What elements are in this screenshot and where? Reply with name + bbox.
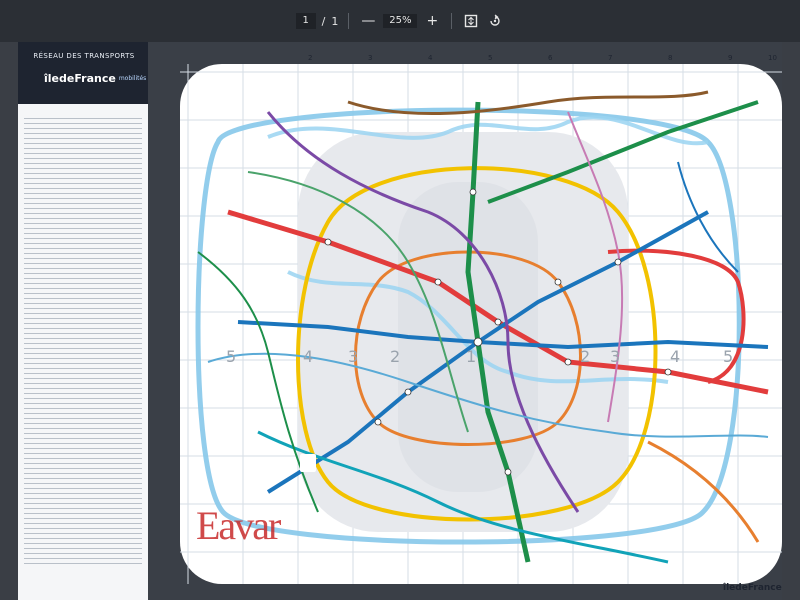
page-separator: / xyxy=(321,14,326,28)
zoom-controls: — 25% + xyxy=(359,12,441,30)
logo-subtitle: mobilités xyxy=(118,74,147,82)
transit-map-area[interactable]: 2 3 4 5 6 7 8 9 10 5 4 3 2 1 2 3 4 5 île… xyxy=(148,42,782,600)
view-controls xyxy=(462,12,504,30)
page-number-input[interactable]: 1 xyxy=(295,13,316,29)
legend-header: RÉSEAU DES TRANSPORTS îledeFrance mobili… xyxy=(18,42,158,104)
legend-list xyxy=(18,104,148,600)
zone-number: 2 xyxy=(580,347,590,366)
page-navigation: 1 / 1 xyxy=(295,13,339,29)
rotate-button[interactable] xyxy=(486,12,504,30)
legend-panel: RÉSEAU DES TRANSPORTS îledeFrance mobili… xyxy=(18,42,158,600)
fit-page-icon xyxy=(465,14,478,28)
grid-col-7: 7 xyxy=(608,54,612,62)
zoom-in-button[interactable]: + xyxy=(423,12,441,30)
zone-number: 2 xyxy=(390,347,400,366)
zone-number: 5 xyxy=(723,347,733,366)
toolbar-divider xyxy=(348,13,350,29)
viewer-toolbar: 1 / 1 — 25% + xyxy=(0,0,800,42)
grid-col-3: 3 xyxy=(368,54,372,62)
zone-number: 3 xyxy=(348,347,358,366)
zone-number: 4 xyxy=(670,347,680,366)
map-brand-logo: îledeFrance xyxy=(722,583,782,593)
zoom-level-field[interactable]: 25% xyxy=(383,14,418,28)
zone-number: 3 xyxy=(610,347,620,366)
zone-number: 5 xyxy=(226,347,236,366)
grid-col-6: 6 xyxy=(548,54,553,62)
fit-page-button[interactable] xyxy=(462,12,480,30)
watermark-text: Eavar xyxy=(196,503,281,548)
zone-number: 4 xyxy=(303,347,313,366)
grid-col-10: 10 xyxy=(768,54,777,62)
legend-index xyxy=(24,114,142,584)
zoom-out-button[interactable]: — xyxy=(359,12,377,30)
grid-col-9: 9 xyxy=(728,54,732,62)
logo-text: îledeFrance xyxy=(44,71,116,85)
grid-col-4: 4 xyxy=(428,54,433,62)
document-page: RÉSEAU DES TRANSPORTS îledeFrance mobili… xyxy=(18,42,782,600)
grid-col-5: 5 xyxy=(488,54,492,62)
toolbar-divider xyxy=(451,13,453,29)
zone-number: 1 xyxy=(466,347,476,366)
brand-logo: îledeFrance mobilités ✦ xyxy=(44,66,158,90)
network-title: RÉSEAU DES TRANSPORTS xyxy=(33,52,135,60)
grid-col-8: 8 xyxy=(668,54,672,62)
page-total: 1 xyxy=(331,14,339,28)
rotate-icon xyxy=(490,14,501,26)
grid-col-2: 2 xyxy=(308,54,312,62)
pedestrian-icon xyxy=(300,454,316,472)
pdf-viewer: 1 / 1 — 25% + RÉSEAU DES TRANSPORTS îled… xyxy=(0,0,800,600)
